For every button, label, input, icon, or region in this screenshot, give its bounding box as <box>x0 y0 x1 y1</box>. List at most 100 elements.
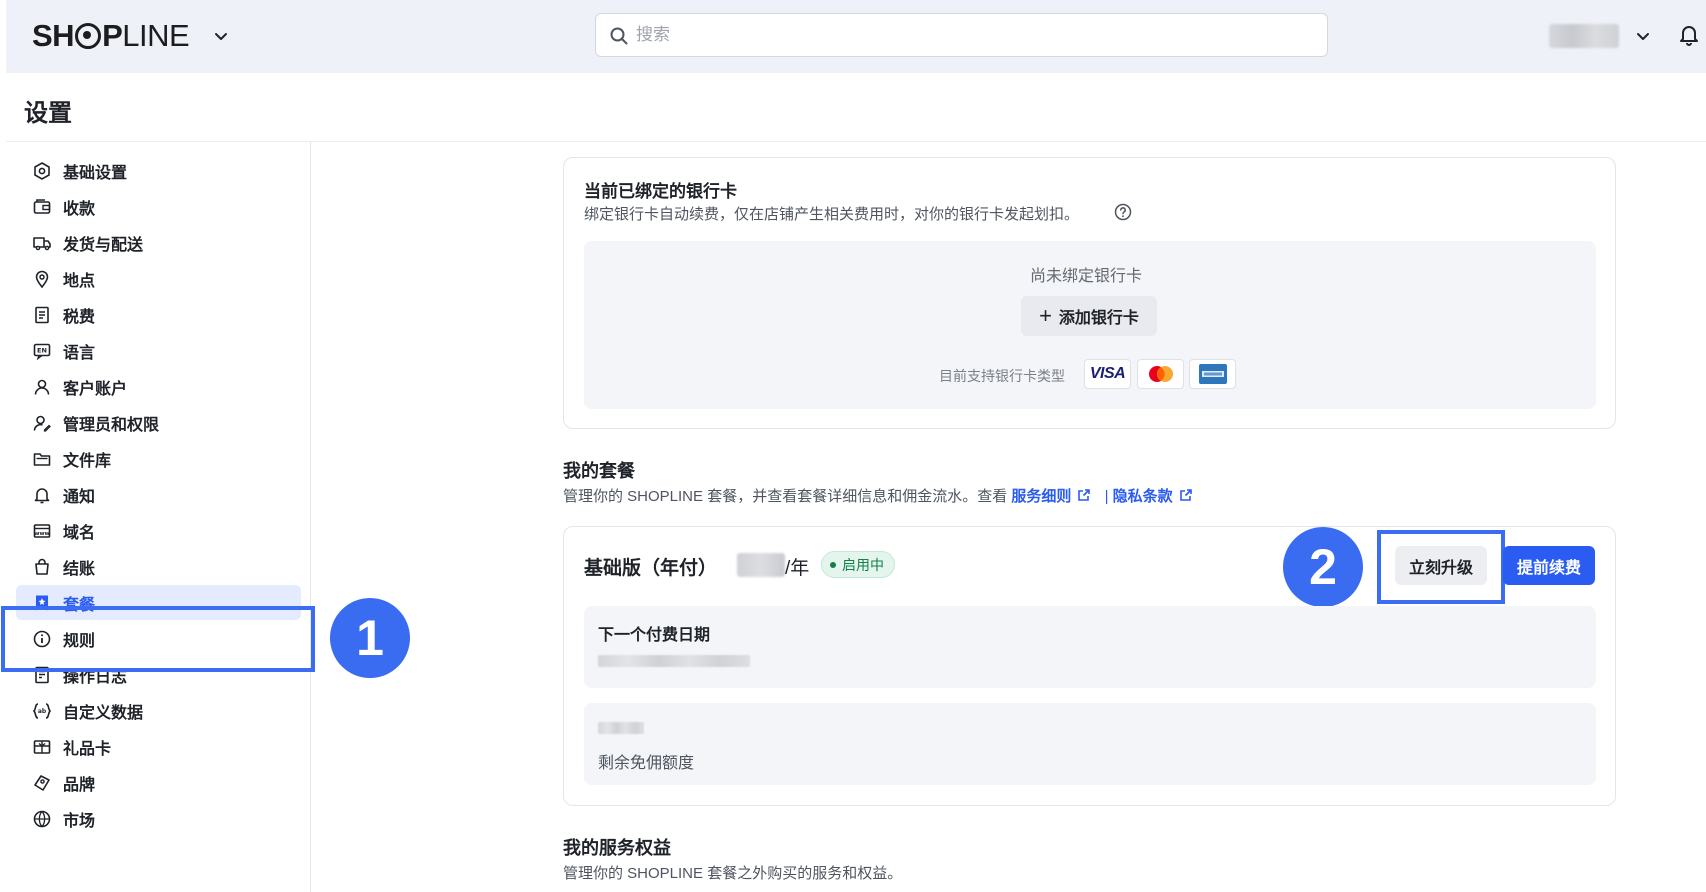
step-1-highlight-box <box>1 606 315 672</box>
top-bar: SH P LINE <box>6 0 1706 73</box>
logo-text-part: SH <box>32 18 75 53</box>
sidebar-item-label: 文件库 <box>63 452 112 470</box>
sidebar-item[interactable]: 市场 <box>16 801 301 836</box>
chevron-down-icon[interactable] <box>211 26 231 46</box>
supported-cards-label: 目前支持银行卡类型 <box>939 368 1065 384</box>
sidebar-item[interactable]: ab 自定义数据 <box>16 693 301 728</box>
step-2-highlight-box <box>1377 530 1505 604</box>
sidebar-item-label: 自定义数据 <box>63 704 144 722</box>
svg-text:EN: EN <box>37 346 47 354</box>
custom-data-icon: ab <box>32 701 52 721</box>
sidebar-item-label: 礼品卡 <box>63 740 112 758</box>
status-badge-label: 启用中 <box>842 556 884 573</box>
status-dot-icon <box>830 561 836 568</box>
sidebar-item[interactable]: 收款 <box>16 189 301 224</box>
bank-card-subtitle: 绑定银行卡自动续费，仅在店铺产生相关费用时，对你的银行卡发起划扣。 <box>584 206 1080 223</box>
sidebar-item[interactable]: 发货与配送 <box>16 225 301 260</box>
sidebar-item[interactable]: EN 语言 <box>16 333 301 368</box>
sidebar-item[interactable]: 通知 <box>16 477 301 512</box>
shopline-logo[interactable]: SH P LINE <box>32 18 190 54</box>
bell-icon[interactable] <box>1676 22 1702 48</box>
sidebar-item-label: 域名 <box>63 524 96 542</box>
sidebar-item-label: 基础设置 <box>63 164 128 182</box>
svg-text:ab: ab <box>38 708 47 715</box>
user-name-blurred[interactable] <box>1549 24 1619 48</box>
logo-text-part: LINE <box>122 18 190 53</box>
sidebar-list: 基础设置收款发货与配送地点税费 EN 语言客户账户管理员和权限文件库通知 www 域名结… <box>6 142 311 892</box>
sidebar-item-label: 品牌 <box>63 776 96 794</box>
add-bank-card-label: 添加银行卡 <box>1058 310 1139 327</box>
sidebar-item-label: 市场 <box>63 812 96 830</box>
truck-icon <box>32 233 52 253</box>
add-bank-card-button[interactable]: + 添加银行卡 <box>1021 296 1157 336</box>
sidebar-item-label: 发货与配送 <box>63 236 144 254</box>
no-card-text: 尚未绑定银行卡 <box>1030 268 1143 285</box>
services-desc: 管理你的 SHOPLINE 套餐之外购买的服务和权益。 <box>563 865 903 882</box>
plan-price-suffix: /年 <box>785 558 810 579</box>
services-title: 我的服务权益 <box>563 838 671 858</box>
search-box[interactable] <box>595 13 1328 57</box>
sidebar-item-label: 收款 <box>63 200 96 218</box>
step-2-badge: 2 <box>1283 527 1363 607</box>
sidebar-item[interactable]: 管理员和权限 <box>16 405 301 440</box>
chevron-down-icon[interactable] <box>1633 26 1653 46</box>
language-icon: EN <box>32 341 52 361</box>
settings-sidebar: 基础设置收款发货与配送地点税费 EN 语言客户账户管理员和权限文件库通知 www 域名结… <box>6 142 311 892</box>
plan-name: 基础版（年付） <box>584 558 718 579</box>
sidebar-item-label: 语言 <box>63 344 96 362</box>
location-pin-icon <box>32 269 52 289</box>
next-payment-date-blurred <box>598 655 750 667</box>
remaining-quota-value-blurred <box>598 722 644 734</box>
gift-card-icon <box>32 737 52 757</box>
renew-early-button[interactable]: 提前续费 <box>1503 546 1595 585</box>
help-icon[interactable] <box>1114 203 1132 221</box>
brand-icon <box>32 773 52 793</box>
globe-icon <box>32 809 52 829</box>
my-plan-desc-text: 管理你的 SHOPLINE 套餐，并查看套餐详细信息和佣金流水。查看 <box>563 488 1008 505</box>
sidebar-item-label: 通知 <box>63 488 96 506</box>
my-plan-title: 我的套餐 <box>563 461 635 481</box>
sidebar-item-label: 客户账户 <box>63 380 128 398</box>
settings-hex-icon <box>32 161 52 181</box>
status-badge: 启用中 <box>821 551 895 578</box>
sidebar-item-label: 结账 <box>63 560 96 578</box>
receipt-icon <box>32 305 52 325</box>
external-link-icon <box>1179 489 1192 501</box>
next-payment-block <box>584 606 1596 688</box>
visa-logo: VISA <box>1084 359 1131 389</box>
logo-o-mark <box>75 23 102 49</box>
terms-link[interactable]: 服务细则 <box>1011 488 1092 505</box>
external-link-icon <box>1078 489 1091 501</box>
sidebar-item[interactable]: 客户账户 <box>16 369 301 404</box>
wallet-icon <box>32 197 52 217</box>
folder-icon <box>32 449 52 469</box>
sidebar-item[interactable]: 地点 <box>16 261 301 296</box>
sidebar-item[interactable]: www 域名 <box>16 513 301 548</box>
search-input[interactable] <box>636 22 1296 48</box>
sidebar-item[interactable]: 礼品卡 <box>16 729 301 764</box>
page-title: 设置 <box>24 100 72 127</box>
sidebar-item[interactable]: 基础设置 <box>16 153 301 188</box>
remaining-quota-label: 剩余免佣额度 <box>598 755 695 772</box>
mastercard-icon <box>1148 366 1173 382</box>
step-1-badge: 1 <box>330 598 410 678</box>
sidebar-item[interactable]: 文件库 <box>16 441 301 476</box>
plan-price-blurred <box>737 553 785 577</box>
bag-icon <box>32 557 52 577</box>
visa-logo-text: VISA <box>1089 365 1126 382</box>
sidebar-item[interactable]: 税费 <box>16 297 301 332</box>
bank-card-title: 当前已绑定的银行卡 <box>584 182 737 201</box>
privacy-link[interactable]: 隐私条款 <box>1113 488 1194 505</box>
mastercard-logo <box>1137 359 1184 389</box>
link-separator: | <box>1104 488 1109 505</box>
user-icon <box>32 377 52 397</box>
svg-text:www: www <box>34 531 49 537</box>
search-icon <box>610 27 628 45</box>
plus-icon: + <box>1039 303 1052 328</box>
amex-logo <box>1189 359 1236 389</box>
sidebar-item-label: 税费 <box>63 308 96 326</box>
sidebar-item-label: 地点 <box>63 272 96 290</box>
next-payment-label: 下一个付费日期 <box>598 627 711 644</box>
sidebar-item[interactable]: 品牌 <box>16 765 301 800</box>
sidebar-item[interactable]: 结账 <box>16 549 301 584</box>
